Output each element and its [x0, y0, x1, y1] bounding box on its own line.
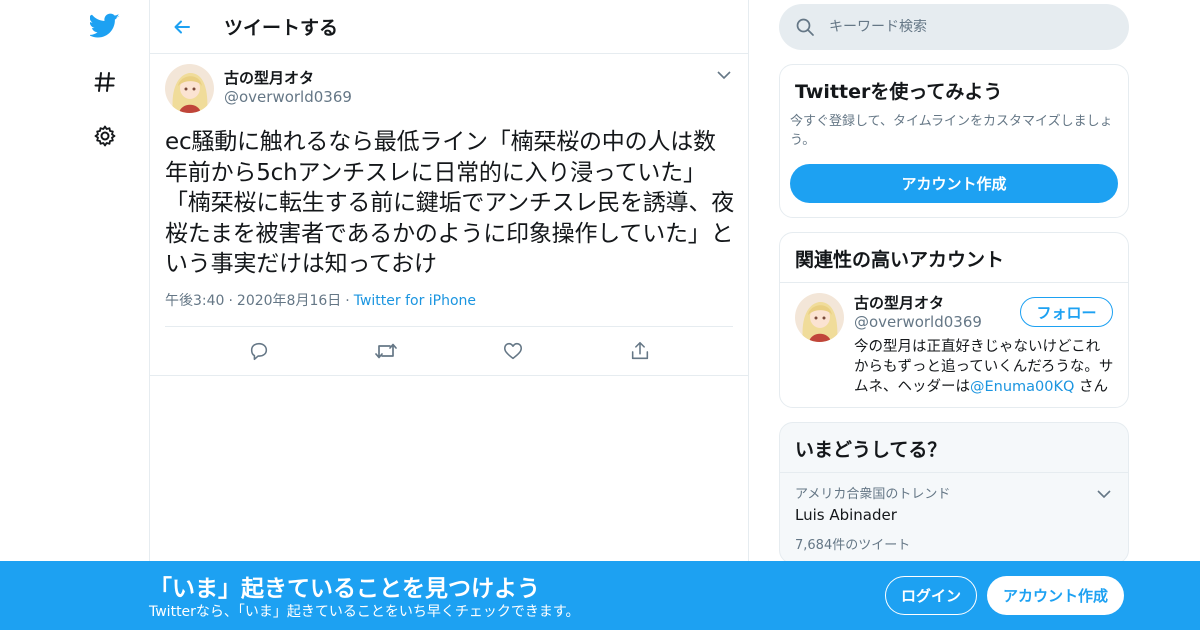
search-input[interactable] [829, 19, 1089, 35]
related-account-bio: 今の型月は正直好きじゃないけどこれからもずっと追っていくんだろうな。サムネ、ヘッ… [854, 337, 1114, 397]
tweet-menu-button[interactable] [715, 66, 733, 84]
tweet-meta: 午後3:40 · 2020年8月16日 · Twitter for iPhone [165, 290, 733, 327]
tweet-header: 古の型月オタ @overworld0369 [165, 54, 733, 113]
like-button[interactable] [499, 337, 527, 365]
chevron-down-icon [1097, 489, 1111, 498]
trend-context: アメリカ合衆国のトレンド [795, 487, 951, 502]
retweet-icon [374, 343, 397, 358]
share-button[interactable] [626, 337, 654, 365]
like-icon [503, 342, 522, 359]
trend-name: Luis Abinader [795, 506, 897, 524]
related-account-avatar[interactable] [795, 293, 844, 342]
signup-card: Twitterを使ってみよう 今すぐ登録して、タイムラインをカスタマイズしましょ… [779, 64, 1129, 218]
twitter-bird-icon [90, 13, 120, 38]
avatar-image [165, 64, 214, 113]
trend-count: 7,684件のツイート [795, 538, 911, 553]
signup-card-title: Twitterを使ってみよう [795, 81, 1003, 103]
tweet-source-link[interactable]: Twitter for iPhone [354, 293, 476, 309]
author-avatar[interactable] [165, 64, 214, 113]
related-accounts-card: 関連性の高いアカウント 古の型月オタ @overworld0369 今の型月は正… [779, 232, 1129, 408]
twitter-home-button[interactable] [85, 6, 125, 46]
tweet-actions [165, 327, 733, 375]
reply-button[interactable] [245, 337, 273, 365]
login-button[interactable]: ログイン [885, 576, 977, 615]
back-arrow-icon [174, 20, 190, 33]
share-icon [631, 341, 648, 359]
reply-icon [250, 342, 267, 360]
search-icon [796, 18, 814, 36]
main-column: ツイートする 古の型月オタ @overworld0369 ec騒動に触れるなら最… [149, 0, 749, 630]
back-button[interactable] [162, 7, 202, 47]
signup-card-description: 今すぐ登録して、タイムラインをカスタマイズしましょう。 [790, 114, 1113, 148]
follow-button[interactable]: フォロー [1020, 297, 1113, 327]
tweet-date[interactable]: 2020年8月16日 [237, 293, 341, 309]
page-title: ツイートする [224, 17, 339, 39]
tweet: 古の型月オタ @overworld0369 ec騒動に触れるなら最低ライン「楠栞… [150, 54, 748, 376]
bio-mention-link[interactable]: @Enuma00KQ [970, 379, 1074, 395]
related-account[interactable]: 古の型月オタ @overworld0369 今の型月は正直好きじゃないけどこれか… [780, 283, 1128, 407]
trends-title: いまどうしてる？ [795, 439, 947, 461]
right-sidebar: Twitterを使ってみよう 今すぐ登録して、タイムラインをカスタマイズしましょ… [779, 0, 1129, 564]
avatar-image [795, 293, 844, 342]
create-account-button[interactable]: アカウント作成 [790, 164, 1118, 203]
bio-tail: さん [1074, 379, 1109, 395]
author-handle[interactable]: @overworld0369 [224, 88, 352, 106]
trend-item[interactable]: アメリカ合衆国のトレンド Luis Abinader 7,684件のツイート [780, 473, 1128, 563]
tweet-time[interactable]: 午後3:40 [165, 293, 224, 309]
tweet-text: ec騒動に触れるなら最低ライン「楠栞桜の中の人は数年前から5chアンチスレに日常… [165, 129, 735, 277]
separator-dot: · [228, 292, 233, 309]
bottom-signup-bar: 「いま」起きていることを見つけよう Twitterなら、「いま」起きていることを… [0, 561, 1200, 630]
retweet-button[interactable] [372, 337, 400, 365]
bottom-bar-title: 「いま」起きていることを見つけよう [149, 576, 540, 602]
bottom-bar-subtitle: Twitterなら、「いま」起きていることをいち早くチェックできます。 [149, 604, 580, 620]
separator-dot: · [345, 292, 350, 309]
settings-button[interactable] [85, 116, 125, 156]
author-info: 古の型月オタ @overworld0369 [224, 68, 352, 106]
author-name[interactable]: 古の型月オタ [224, 68, 352, 88]
signup-button[interactable]: アカウント作成 [987, 576, 1124, 615]
search-bar [779, 4, 1129, 50]
page-header: ツイートする [150, 0, 748, 54]
hashtag-icon [94, 72, 115, 92]
trends-card: いまどうしてる？ アメリカ合衆国のトレンド Luis Abinader 7,68… [779, 422, 1129, 564]
chevron-down-icon [717, 70, 731, 79]
related-accounts-title: 関連性の高いアカウント [795, 249, 1005, 271]
explore-button[interactable] [85, 62, 125, 102]
trend-menu-button[interactable] [1095, 485, 1113, 503]
gear-icon [94, 125, 116, 147]
